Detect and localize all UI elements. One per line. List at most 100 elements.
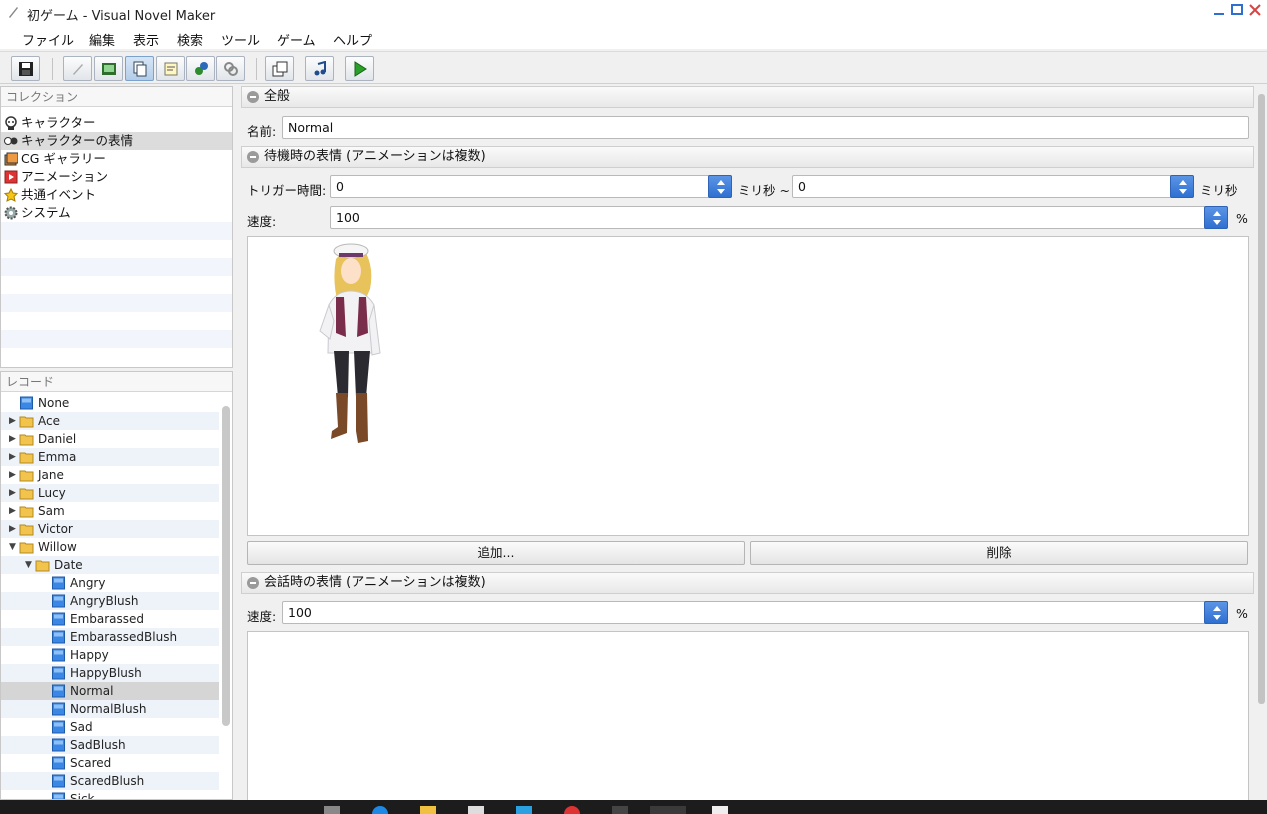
menu-edit[interactable]: 編集 (89, 30, 115, 49)
maximize-icon[interactable] (1230, 3, 1244, 17)
tree-folder[interactable]: ▶ Victor (1, 520, 219, 538)
collection-item-label: キャラクターの表情 (21, 133, 134, 148)
collapse-arrow-icon[interactable]: ▶ (9, 520, 16, 538)
save-button[interactable] (11, 56, 40, 81)
tree-record[interactable]: Happy (1, 646, 219, 664)
tree-record[interactable]: Angry (1, 574, 219, 592)
tree-record[interactable]: Normal (1, 682, 219, 700)
talking-preview-canvas[interactable] (247, 631, 1249, 811)
collection-item[interactable]: キャラクターの表情 (1, 132, 232, 150)
minimize-icon[interactable] (1212, 3, 1226, 17)
collapse-arrow-icon[interactable]: ▶ (9, 502, 16, 520)
taskview-icon[interactable] (324, 806, 340, 814)
talking-speed-spinner[interactable] (1204, 601, 1228, 624)
delete-button[interactable]: 削除 (750, 541, 1248, 565)
detail-scrollbar[interactable] (1256, 86, 1267, 800)
edit-button[interactable] (63, 56, 92, 81)
database-button[interactable] (125, 56, 154, 81)
tree-record[interactable]: HappyBlush (1, 664, 219, 682)
tree-item-label: ScaredBlush (70, 774, 145, 788)
menu-game[interactable]: ゲーム (277, 30, 316, 49)
folder-icon (19, 540, 34, 554)
edge-icon[interactable] (372, 806, 388, 814)
collection-item[interactable]: CG ギャラリー (1, 150, 232, 168)
trigger-min-spinner[interactable] (708, 175, 732, 198)
menu-search[interactable]: 検索 (177, 30, 203, 49)
tree-folder[interactable]: ▶ Sam (1, 502, 219, 520)
tree-item-label: AngryBlush (70, 594, 139, 608)
collection-item[interactable]: アニメーション (1, 168, 232, 186)
tree-folder[interactable]: ▶ Ace (1, 412, 219, 430)
collapse-icon[interactable] (247, 91, 259, 103)
close-icon[interactable] (1248, 3, 1262, 17)
app-icon[interactable] (712, 806, 728, 814)
collapse-arrow-icon[interactable]: ▶ (9, 484, 16, 502)
record-scrollbar[interactable] (222, 406, 230, 726)
tree-folder[interactable]: ▶ Emma (1, 448, 219, 466)
tree-record[interactable]: NormalBlush (1, 700, 219, 718)
tree-folder[interactable]: ▶ Daniel (1, 430, 219, 448)
store-icon[interactable] (468, 806, 484, 814)
record-icon (51, 594, 66, 608)
picture-button[interactable] (94, 56, 123, 81)
collection-item[interactable]: システム (1, 204, 232, 222)
collapse-arrow-icon[interactable]: ▶ (9, 448, 16, 466)
tree-folder[interactable]: ▶ Jane (1, 466, 219, 484)
section-talking[interactable]: 会話時の表情 (アニメーションは複数) (241, 572, 1254, 594)
music-button[interactable] (305, 56, 334, 81)
collapse-arrow-icon[interactable]: ▶ (9, 412, 16, 430)
vnmaker-taskbar-icon[interactable] (650, 806, 686, 814)
collapse-arrow-icon[interactable]: ▶ (9, 430, 16, 448)
record-panel: レコード None ▶ Ace ▶ Daniel ▶ Emma ▶ Jane ▶ Lucy ▶ Sam ▶… (0, 371, 233, 800)
app-icon[interactable] (612, 806, 628, 814)
mail-icon[interactable] (516, 806, 532, 814)
section-general[interactable]: 全般 (241, 86, 1254, 108)
tree-record[interactable]: ScaredBlush (1, 772, 219, 790)
add-button[interactable]: 追加... (247, 541, 745, 565)
section-idle[interactable]: 待機時の表情 (アニメーションは複数) (241, 146, 1254, 168)
trigger-max-field[interactable]: 0 (792, 175, 1194, 198)
detail-scroll-thumb[interactable] (1258, 94, 1265, 704)
collection-item-label: キャラクター (21, 115, 96, 130)
expand-arrow-icon[interactable]: ▼ (25, 556, 32, 574)
folder-icon[interactable] (420, 806, 436, 814)
tree-item-label: None (38, 396, 70, 410)
idle-speed-spinner[interactable] (1204, 206, 1228, 229)
menu-tools[interactable]: ツール (221, 30, 260, 49)
talking-speed-field[interactable]: 100 (282, 601, 1228, 624)
tree-folder[interactable]: ▼ Willow (1, 538, 219, 556)
tree-record[interactable]: SadBlush (1, 736, 219, 754)
tree-record[interactable]: Scared (1, 754, 219, 772)
tree-record[interactable]: Sad (1, 718, 219, 736)
idle-speed-field[interactable]: 100 (330, 206, 1228, 229)
collection-item[interactable]: キャラクター (1, 114, 232, 132)
trigger-max-spinner[interactable] (1170, 175, 1194, 198)
play-button[interactable] (345, 56, 374, 81)
name-field[interactable]: Normal (282, 116, 1249, 139)
tree-record[interactable]: Sick (1, 790, 219, 799)
plugin-button[interactable] (186, 56, 215, 81)
script-button[interactable] (156, 56, 185, 81)
trigger-min-field[interactable]: 0 (330, 175, 732, 198)
tree-record[interactable]: None (1, 394, 219, 412)
expand-arrow-icon[interactable]: ▼ (9, 538, 16, 556)
link-button[interactable] (216, 56, 245, 81)
menu-view[interactable]: 表示 (133, 30, 159, 49)
collapse-arrow-icon[interactable]: ▶ (9, 466, 16, 484)
menu-help[interactable]: ヘルプ (333, 30, 372, 49)
tree-folder[interactable]: ▼ Date (1, 556, 219, 574)
record-icon (51, 648, 66, 662)
collection-item[interactable]: 共通イベント (1, 186, 232, 204)
tree-folder[interactable]: ▶ Lucy (1, 484, 219, 502)
tree-record[interactable]: Embarassed (1, 610, 219, 628)
idle-preview-canvas[interactable] (247, 236, 1249, 536)
tree-record[interactable]: EmbarassedBlush (1, 628, 219, 646)
collapse-icon[interactable] (247, 151, 259, 163)
tree-record[interactable]: AngryBlush (1, 592, 219, 610)
collapse-icon[interactable] (247, 577, 259, 589)
menu-file[interactable]: ファイル (22, 30, 74, 49)
collection-item-label: 共通イベント (21, 187, 97, 202)
character-sprite (319, 243, 381, 443)
chrome-icon[interactable] (564, 806, 580, 814)
layers-button[interactable] (265, 56, 294, 81)
